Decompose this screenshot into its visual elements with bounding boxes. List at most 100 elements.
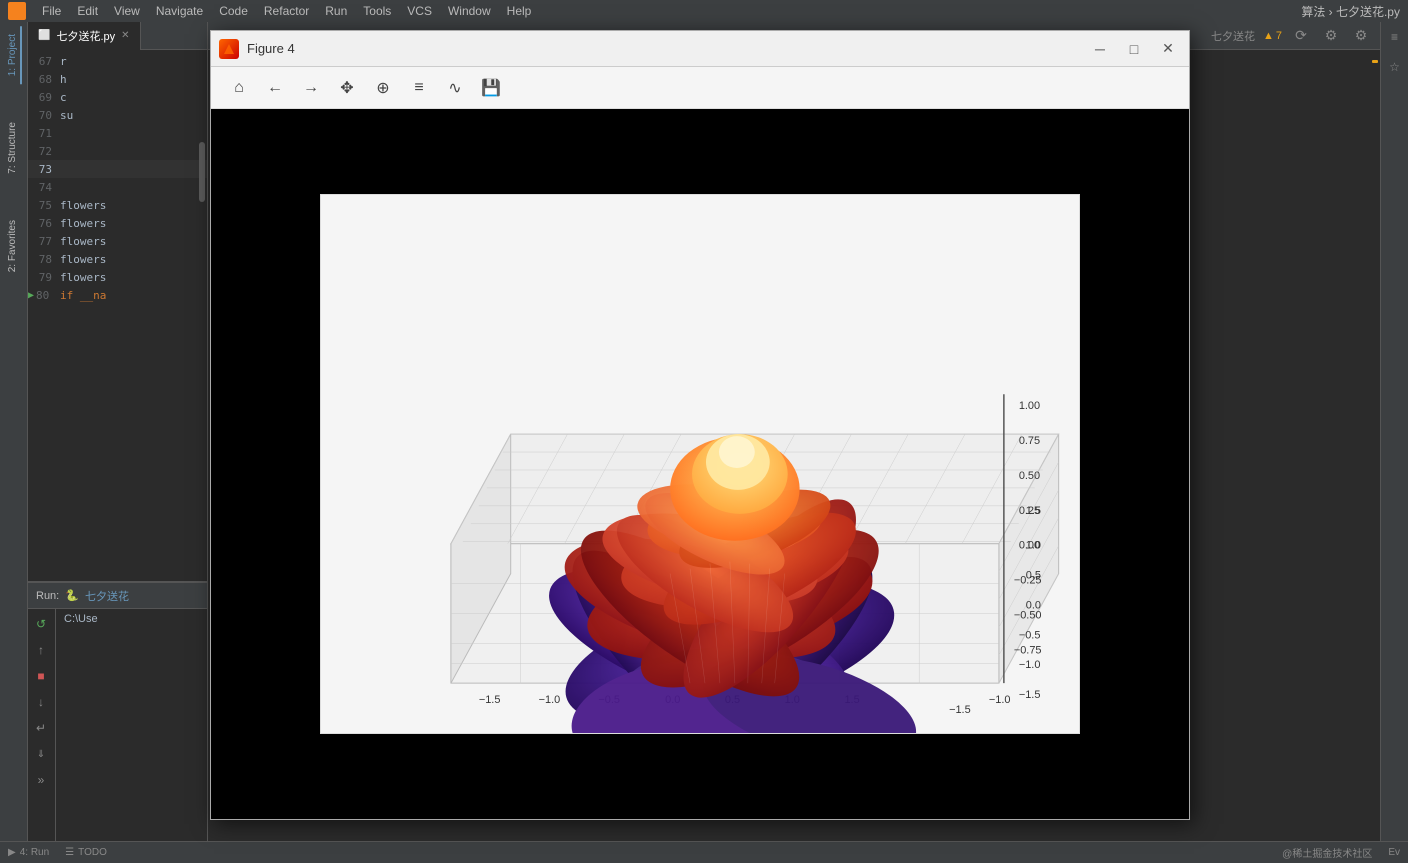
left-panel: 1: Project 7: Structure 2: Favorites [0,22,28,841]
run-down-btn[interactable]: ↓ [30,691,52,713]
svg-text:−1.5: −1.5 [1019,689,1041,701]
code-line-77: 77 flowers [28,232,207,250]
warning-count: 7 [1276,30,1282,42]
run-label: Run: [36,590,59,602]
run-up-btn[interactable]: ↑ [30,639,52,661]
svg-text:−1.0: −1.0 [989,694,1011,706]
warning-badge[interactable]: ▲ 7 [1263,30,1282,42]
run-restart-btn[interactable]: ↺ [30,613,52,635]
figure-close-btn[interactable]: ✕ [1155,36,1181,62]
app-logo [8,2,26,20]
configure-btn[interactable]: ≡ [403,72,435,104]
run-stop-btn[interactable]: ■ [30,665,52,687]
code-editor[interactable]: 67 r 68 h 69 c 70 su 71 72 73 74 [28,50,207,306]
menu-window[interactable]: Window [448,4,491,18]
top-breadcrumb: 七夕送花 [1211,28,1255,44]
ev-text: Ev [1388,847,1400,858]
forward-btn[interactable]: → [295,72,327,104]
code-line-70: 70 su [28,106,207,124]
menu-edit[interactable]: Edit [77,4,98,18]
plot-container: 1.00 0.75 0.50 0.25 0.00 −0.25 −0.50 −0.… [320,194,1080,734]
code-line-80: ▶80 if __na [28,286,207,304]
svg-text:−1.0: −1.0 [539,694,561,706]
python-icon: 🐍 [65,589,79,602]
zoom-btn[interactable]: ⊕ [367,72,399,104]
sidebar-item-favorites[interactable]: 2: Favorites [5,212,22,280]
run-status-icon: ▶ [8,847,16,858]
save-btn[interactable]: 💾 [475,72,507,104]
pan-btn[interactable]: ✥ [331,72,363,104]
menu-breadcrumb: 算法 › 七夕送花.py [1301,3,1400,20]
figure-titlebar: Figure 4 ─ □ ✕ [211,31,1189,67]
figure-toolbar: ⌂ ← → ✥ ⊕ ≡ ∿ 💾 [211,67,1189,109]
code-line-75: 75 flowers [28,196,207,214]
back-btn[interactable]: ← [259,72,291,104]
run-step-btn[interactable]: ↵ [30,717,52,739]
todo-label: TODO [78,847,107,858]
menu-navigate[interactable]: Navigate [156,4,203,18]
figure-canvas: 1.00 0.75 0.50 0.25 0.00 −0.25 −0.50 −0.… [211,109,1189,819]
rose-plot-svg: 1.00 0.75 0.50 0.25 0.00 −0.25 −0.50 −0.… [321,195,1079,733]
code-line-72: 72 [28,142,207,160]
editor-tab-main[interactable]: ⬜ 七夕送花.py ✕ [28,22,141,50]
scrollbar[interactable] [199,142,205,202]
settings-btn[interactable]: ⚙ [1320,25,1342,47]
run-scroll-btn[interactable]: ⇓ [30,743,52,765]
status-bar: ▶ 4: Run ☰ TODO @稀土掘金技术社区 Ev [0,841,1408,863]
svg-text:1.5: 1.5 [1026,505,1041,517]
svg-text:−1.5: −1.5 [479,694,501,706]
menu-code[interactable]: Code [219,4,248,18]
svg-text:1.00: 1.00 [1019,400,1040,412]
run-more-btn[interactable]: » [30,769,52,791]
search-btn[interactable]: ⚙ [1350,25,1372,47]
todo-status[interactable]: ☰ TODO [65,847,107,858]
run-tab[interactable]: 七夕送花 [85,588,129,604]
todo-icon: ☰ [65,847,74,858]
svg-text:1.0: 1.0 [1026,540,1041,552]
right-icon-1[interactable]: ≡ [1384,26,1406,48]
figure-title: Figure 4 [247,41,1079,56]
code-line-78: 78 flowers [28,250,207,268]
tab-label: 七夕送花.py [56,28,115,44]
svg-text:0.50: 0.50 [1019,470,1040,482]
code-line-68: 68 h [28,70,207,88]
figure-window: Figure 4 ─ □ ✕ ⌂ ← → ✥ ⊕ ≡ ∿ 💾 [210,30,1190,820]
menu-file[interactable]: File [42,4,61,18]
svg-text:−1.0: −1.0 [1019,659,1041,671]
code-line-74: 74 [28,178,207,196]
svg-text:−0.5: −0.5 [1019,629,1041,641]
svg-text:0.5: 0.5 [1026,570,1041,582]
code-line-73: 73 [28,160,207,178]
code-line-79: 79 flowers [28,268,207,286]
home-btn[interactable]: ⌂ [223,72,255,104]
code-line-71: 71 [28,124,207,142]
menu-refactor[interactable]: Refactor [264,4,309,18]
svg-text:−0.75: −0.75 [1014,644,1042,656]
svg-text:−1.5: −1.5 [949,704,971,716]
code-line-67: 67 r [28,52,207,70]
code-line-69: 69 c [28,88,207,106]
sidebar-item-structure[interactable]: 7: Structure [5,114,22,182]
run-panel-header: Run: 🐍 七夕送花 [28,583,207,609]
line-btn[interactable]: ∿ [439,72,471,104]
figure-app-icon [219,39,239,59]
menu-vcs[interactable]: VCS [407,4,432,18]
tab-bar: ⬜ 七夕送花.py ✕ [28,22,207,50]
tab-file-icon: ⬜ [38,30,50,41]
run-status[interactable]: ▶ 4: Run [8,847,49,858]
menu-bar: File Edit View Navigate Code Refactor Ru… [0,0,1408,22]
tab-close-btn[interactable]: ✕ [121,30,129,41]
svg-text:0.0: 0.0 [1026,599,1041,611]
community-text: @稀土掘金技术社区 [1282,845,1372,860]
sidebar-item-project[interactable]: 1: Project [5,26,22,84]
figure-minimize-btn[interactable]: ─ [1087,36,1113,62]
menu-run[interactable]: Run [325,4,347,18]
gutter-warning [1372,60,1378,63]
menu-help[interactable]: Help [507,4,532,18]
menu-tools[interactable]: Tools [363,4,391,18]
figure-maximize-btn[interactable]: □ [1121,36,1147,62]
right-icon-2[interactable]: ☆ [1384,56,1406,78]
refresh-btn[interactable]: ⟳ [1290,25,1312,47]
run-output: C:\Use [56,609,106,841]
menu-view[interactable]: View [114,4,140,18]
